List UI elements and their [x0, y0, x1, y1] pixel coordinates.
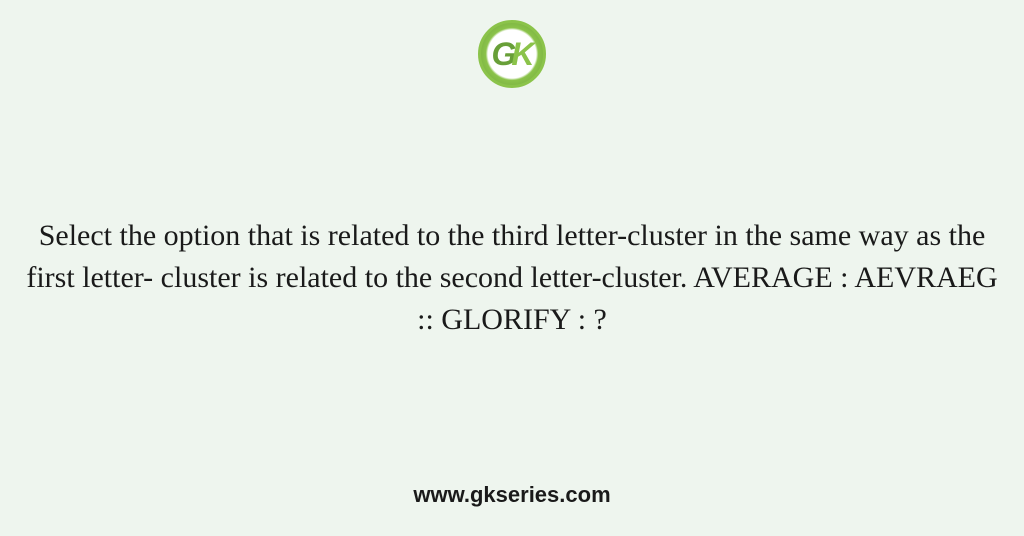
- brand-logo: GK: [478, 20, 546, 88]
- logo-letter-k: K: [511, 36, 532, 72]
- footer-url: www.gkseries.com: [0, 482, 1024, 508]
- question-text: Select the option that is related to the…: [0, 215, 1024, 341]
- logo-text: GK: [492, 36, 533, 73]
